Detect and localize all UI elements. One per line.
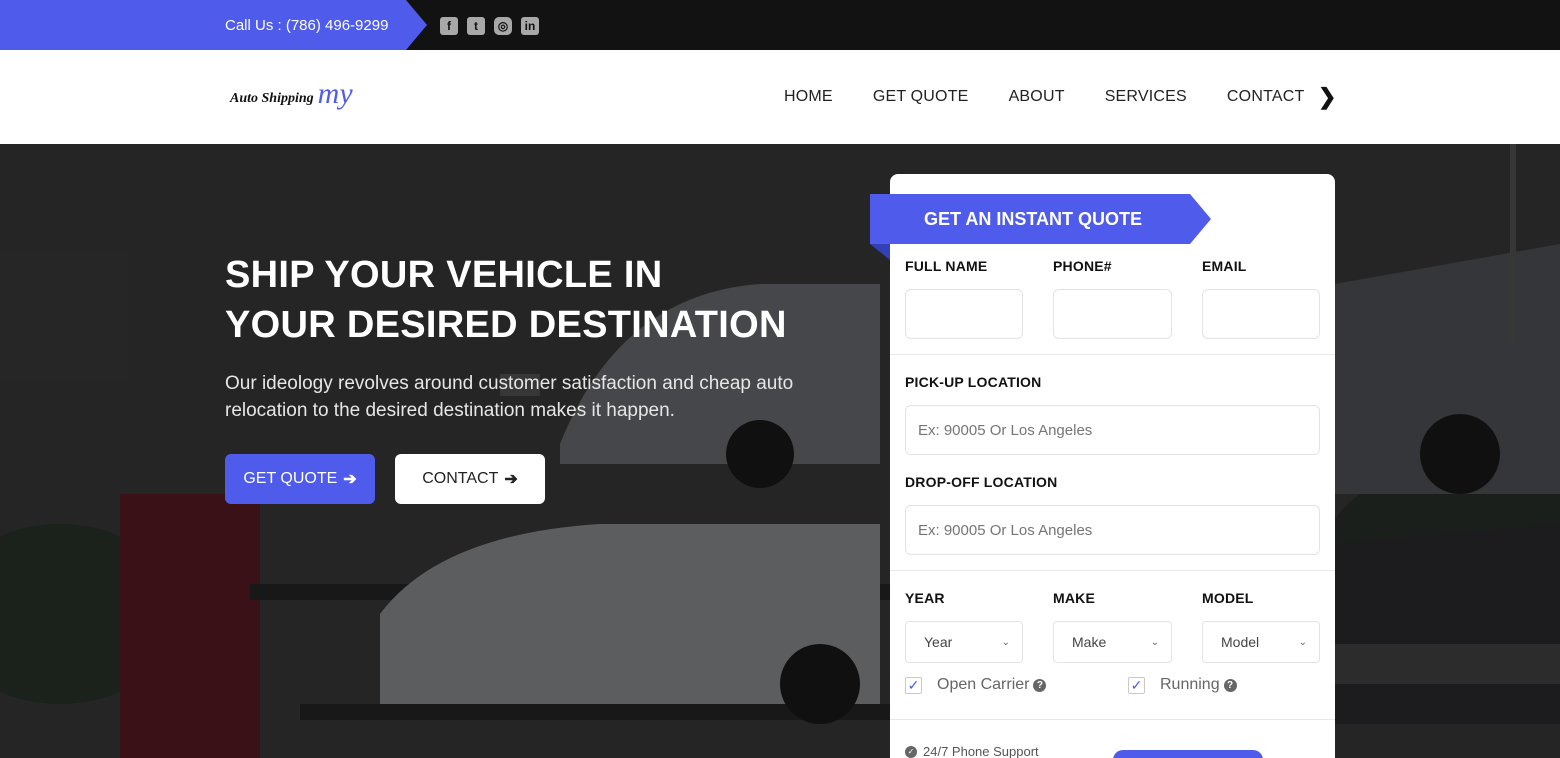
- social-links: f t ◎ in: [440, 17, 539, 35]
- open-carrier-checkbox[interactable]: ✓: [905, 677, 922, 694]
- quote-ribbon-tip: [1190, 194, 1211, 244]
- nav-get-quote[interactable]: GET QUOTE: [873, 88, 969, 106]
- help-icon[interactable]: ?: [1033, 679, 1047, 692]
- check-circle-icon: ✓: [905, 745, 917, 758]
- email-label: EMAIL: [1202, 258, 1247, 274]
- chevron-down-icon: ⌄: [1001, 636, 1010, 648]
- help-icon[interactable]: ?: [1223, 679, 1237, 692]
- navbar: Auto Shipping my HOME GET QUOTE ABOUT SE…: [0, 50, 1560, 144]
- dropoff-label: DROP-OFF LOCATION: [905, 474, 1058, 490]
- make-select-value: Make: [1072, 634, 1107, 650]
- pickup-location-field[interactable]: [905, 405, 1320, 455]
- phone-support-text: 24/7 Phone Support: [923, 744, 1039, 758]
- nav-about[interactable]: ABOUT: [1009, 88, 1065, 106]
- make-label: MAKE: [1053, 590, 1096, 606]
- full-name-field[interactable]: [905, 289, 1023, 339]
- call-box-arrow: [406, 0, 427, 50]
- form-divider: [890, 570, 1335, 571]
- open-carrier-option: Open Carrier?: [937, 676, 1047, 694]
- model-select-value: Model: [1221, 634, 1260, 650]
- make-select[interactable]: Make ⌄: [1053, 621, 1172, 663]
- running-option: Running?: [1160, 676, 1237, 694]
- running-label: Running: [1160, 676, 1220, 693]
- quote-ribbon: GET AN INSTANT QUOTE: [870, 194, 1190, 244]
- model-select[interactable]: Model ⌄: [1202, 621, 1320, 663]
- form-divider: [890, 354, 1335, 355]
- year-label: YEAR: [905, 590, 945, 606]
- arrow-right-icon: ➔: [504, 471, 518, 488]
- logo-mark: my: [317, 77, 353, 110]
- facebook-icon[interactable]: f: [440, 17, 458, 35]
- form-divider: [890, 719, 1335, 720]
- hero-title: SHIP YOUR VEHICLE IN YOUR DESIRED DESTIN…: [225, 250, 787, 350]
- phone-field[interactable]: [1053, 289, 1172, 339]
- chevron-down-icon: ⌄: [1150, 636, 1159, 648]
- arrow-right-icon: ➔: [343, 471, 357, 488]
- chevron-down-icon: ⌄: [1298, 636, 1307, 648]
- year-select-value: Year: [924, 634, 953, 650]
- hero-title-line-2: YOUR DESIRED DESTINATION: [225, 304, 787, 346]
- contact-label: CONTACT: [422, 470, 499, 487]
- year-select[interactable]: Year ⌄: [905, 621, 1023, 663]
- open-carrier-label: Open Carrier: [937, 676, 1030, 693]
- email-field[interactable]: [1202, 289, 1320, 339]
- call-us-text[interactable]: Call Us : (786) 496-9299: [225, 17, 388, 34]
- twitter-icon[interactable]: t: [467, 17, 485, 35]
- nav-home[interactable]: HOME: [784, 88, 833, 106]
- phone-label: PHONE#: [1053, 258, 1112, 274]
- nav-services[interactable]: SERVICES: [1105, 88, 1187, 106]
- instagram-icon[interactable]: ◎: [494, 17, 512, 35]
- chevron-right-icon[interactable]: ❯: [1318, 84, 1336, 110]
- quote-ribbon-fold: [870, 244, 890, 260]
- get-quote-label: GET QUOTE: [243, 470, 338, 487]
- nav-contact[interactable]: CONTACT: [1227, 88, 1305, 106]
- logo[interactable]: Auto Shipping my: [230, 77, 353, 110]
- pickup-label: PICK-UP LOCATION: [905, 374, 1042, 390]
- running-checkbox[interactable]: ✓: [1128, 677, 1145, 694]
- linkedin-icon[interactable]: in: [521, 17, 539, 35]
- submit-button[interactable]: [1113, 750, 1263, 758]
- logo-text: Auto Shipping: [230, 91, 314, 106]
- hero-title-line-1: SHIP YOUR VEHICLE IN: [225, 254, 663, 296]
- top-bar: Call Us : (786) 496-9299 f t ◎ in: [0, 0, 1560, 50]
- get-quote-button[interactable]: GET QUOTE ➔: [225, 454, 375, 504]
- model-label: MODEL: [1202, 590, 1254, 606]
- main-nav: HOME GET QUOTE ABOUT SERVICES CONTACT: [784, 88, 1304, 106]
- contact-button[interactable]: CONTACT ➔: [395, 454, 545, 504]
- dropoff-location-field[interactable]: [905, 505, 1320, 555]
- full-name-label: FULL NAME: [905, 258, 988, 274]
- phone-support-note: ✓ 24/7 Phone Support: [905, 744, 1039, 758]
- hero-subtitle: Our ideology revolves around customer sa…: [225, 373, 794, 421]
